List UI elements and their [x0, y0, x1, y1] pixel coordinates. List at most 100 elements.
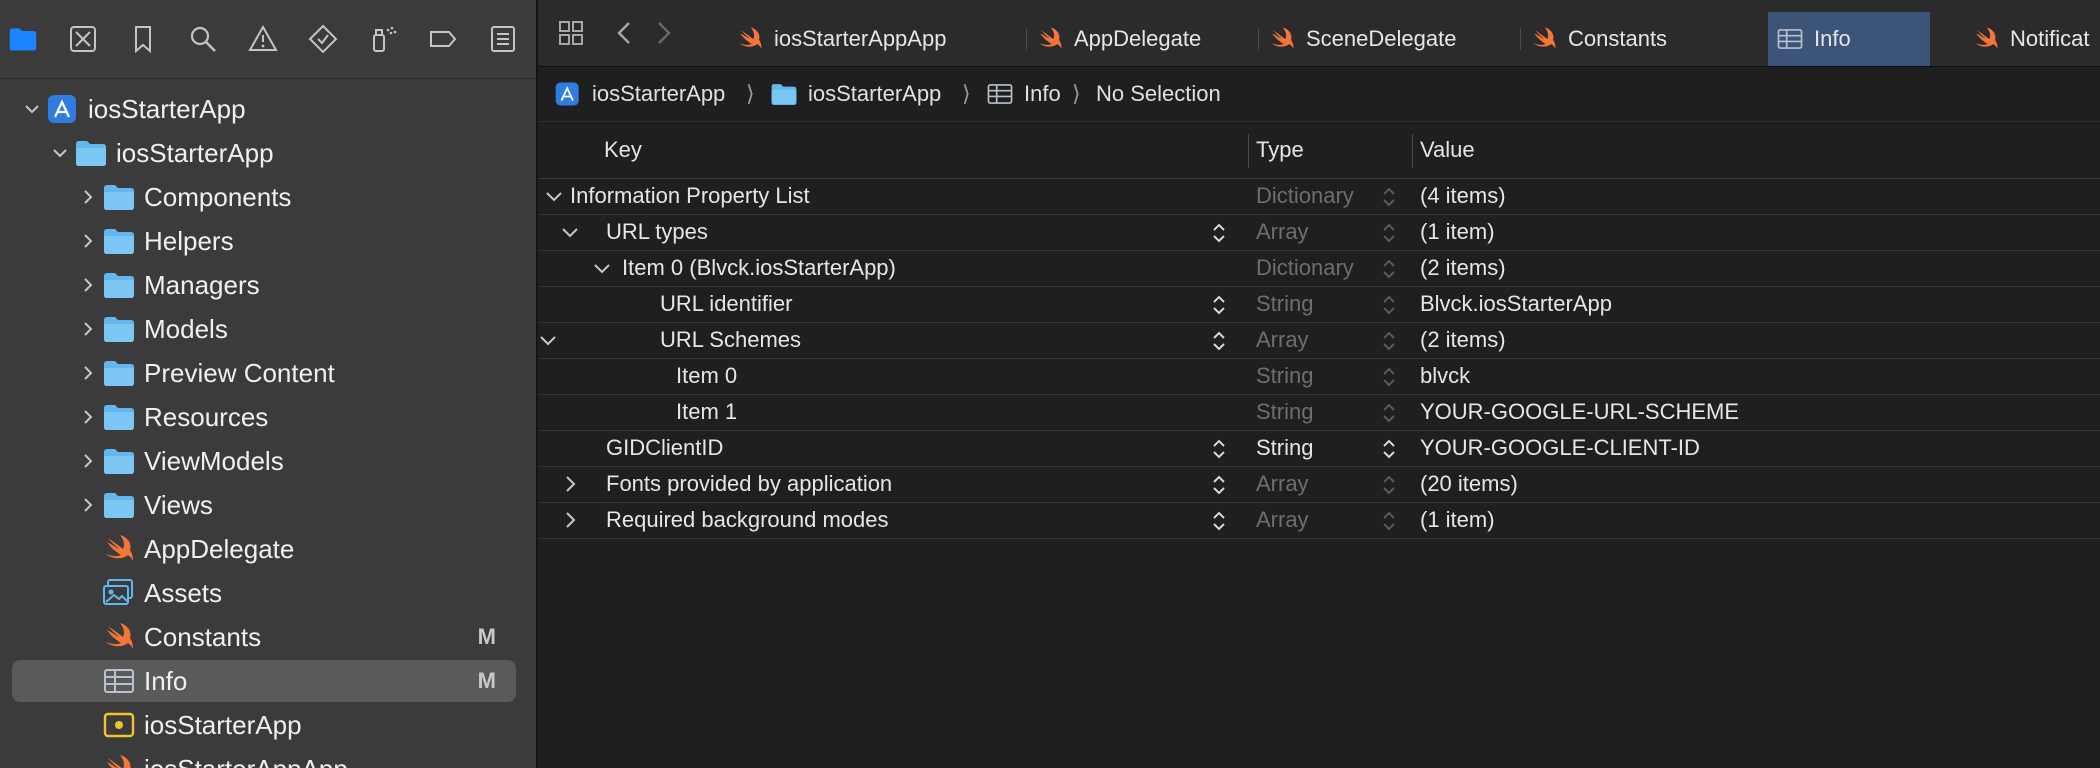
chevron-right-icon[interactable]	[78, 231, 98, 251]
plist-row[interactable]: Item 1 String YOUR-GOOGLE-URL-SCHEME	[538, 394, 2100, 431]
tree-item-views[interactable]: Views	[12, 484, 516, 526]
plist-value[interactable]: (1 item)	[1420, 502, 1495, 538]
tree-item-helpers[interactable]: Helpers	[12, 220, 516, 262]
plist-row[interactable]: Item 0 String blvck	[538, 358, 2100, 395]
breakpoint-icon[interactable]	[424, 20, 462, 58]
plist-key[interactable]: Required background modes	[606, 502, 889, 538]
jumpbar-item-iosstarterapp[interactable]: iosStarterApp	[554, 67, 725, 121]
plist-type[interactable]: String	[1256, 430, 1313, 466]
tree-item-appdelegate[interactable]: AppDelegate	[12, 528, 516, 570]
key-stepper-icon[interactable]	[1210, 508, 1228, 534]
column-type-header[interactable]: Type	[1256, 122, 1304, 178]
plist-type[interactable]: Array	[1256, 502, 1309, 538]
plist-key[interactable]: Item 0	[676, 358, 737, 394]
tree-item-components[interactable]: Components	[12, 176, 516, 218]
plist-key[interactable]: Item 0 (Blvck.iosStarterApp)	[622, 250, 896, 286]
plist-type[interactable]: Array	[1256, 466, 1309, 502]
plist-value[interactable]: YOUR-GOOGLE-URL-SCHEME	[1420, 394, 1739, 430]
plist-type[interactable]: Array	[1256, 322, 1309, 358]
grid-menu-icon[interactable]	[552, 14, 590, 52]
tree-item-iosstarterapp[interactable]: iosStarterApp	[12, 132, 516, 174]
jumpbar-item-iosstarterapp[interactable]: iosStarterApp	[770, 67, 941, 121]
plist-row[interactable]: Information Property List Dictionary (4 it…	[538, 178, 2100, 215]
plist-type[interactable]: Dictionary	[1256, 250, 1354, 286]
type-stepper-icon[interactable]	[1380, 184, 1398, 210]
chevron-right-icon[interactable]	[78, 363, 98, 383]
column-key-header[interactable]: Key	[604, 122, 642, 178]
plist-key[interactable]: URL types	[606, 214, 708, 250]
type-stepper-icon[interactable]	[1380, 436, 1398, 462]
forward-icon[interactable]	[644, 14, 682, 52]
chevron-down-icon[interactable]	[22, 99, 42, 119]
tab-iosstarterappapp[interactable]: iosStarterAppApp	[728, 12, 1028, 66]
tree-item-assets[interactable]: Assets	[12, 572, 516, 614]
key-stepper-icon[interactable]	[1210, 292, 1228, 318]
type-stepper-icon[interactable]	[1380, 400, 1398, 426]
plist-key[interactable]: Fonts provided by application	[606, 466, 892, 502]
folder-icon[interactable]	[4, 20, 42, 58]
plist-value[interactable]: (2 items)	[1420, 322, 1506, 358]
tab-scenedelegate[interactable]: SceneDelegate	[1260, 12, 1522, 66]
plist-value[interactable]: (1 item)	[1420, 214, 1495, 250]
tree-item-resources[interactable]: Resources	[12, 396, 516, 438]
chevron-right-icon[interactable]	[78, 451, 98, 471]
report-icon[interactable]	[484, 20, 522, 58]
plist-row[interactable]: GIDClientID String YOUR-GOOGLE-CLIENT-ID	[538, 430, 2100, 467]
type-stepper-icon[interactable]	[1380, 472, 1398, 498]
chevron-right-icon[interactable]	[78, 319, 98, 339]
chevron-right-icon[interactable]	[78, 187, 98, 207]
plist-value[interactable]: (2 items)	[1420, 250, 1506, 286]
plist-row[interactable]: Fonts provided by application Array (20 it…	[538, 466, 2100, 503]
chevron-down-icon[interactable]	[592, 258, 612, 278]
tree-item-iosstarterapp[interactable]: iosStarterApp	[12, 704, 516, 746]
tree-item-iosstarterapp[interactable]: iosStarterApp	[12, 88, 516, 130]
plist-type[interactable]: Array	[1256, 214, 1309, 250]
plist-key[interactable]: Information Property List	[570, 178, 810, 214]
type-stepper-icon[interactable]	[1380, 220, 1398, 246]
source-control-icon[interactable]	[64, 20, 102, 58]
tab-info[interactable]: Info	[1768, 12, 1930, 66]
chevron-right-icon[interactable]	[78, 407, 98, 427]
jumpbar-item-no-selection[interactable]: No Selection	[1096, 67, 1221, 121]
chevron-right-icon[interactable]	[560, 474, 580, 494]
plist-type[interactable]: String	[1256, 358, 1313, 394]
key-stepper-icon[interactable]	[1210, 472, 1228, 498]
key-stepper-icon[interactable]	[1210, 436, 1228, 462]
plist-value[interactable]: (4 items)	[1420, 178, 1506, 214]
tab-constants[interactable]: Constants	[1522, 12, 1768, 66]
key-stepper-icon[interactable]	[1210, 328, 1228, 354]
type-stepper-icon[interactable]	[1380, 508, 1398, 534]
key-stepper-icon[interactable]	[1210, 220, 1228, 246]
type-stepper-icon[interactable]	[1380, 364, 1398, 390]
tree-item-iosstarterappapp[interactable]: iosStarterAppApp	[12, 748, 516, 768]
plist-key[interactable]: GIDClientID	[606, 430, 723, 466]
plist-row[interactable]: Required background modes Array (1 item)	[538, 502, 2100, 539]
chevron-right-icon[interactable]	[78, 495, 98, 515]
plist-value[interactable]: Blvck.iosStarterApp	[1420, 286, 1612, 322]
type-stepper-icon[interactable]	[1380, 292, 1398, 318]
tab-notificat[interactable]: Notificat	[1964, 12, 2100, 66]
tree-item-managers[interactable]: Managers	[12, 264, 516, 306]
plist-type[interactable]: String	[1256, 394, 1313, 430]
plist-row[interactable]: URL identifier String Blvck.iosStarterApp	[538, 286, 2100, 323]
chevron-right-icon[interactable]	[78, 275, 98, 295]
debug-spray-icon[interactable]	[364, 20, 402, 58]
search-icon[interactable]	[184, 20, 222, 58]
tab-appdelegate[interactable]: AppDelegate	[1028, 12, 1260, 66]
test-diamond-icon[interactable]	[304, 20, 342, 58]
plist-type[interactable]: Dictionary	[1256, 178, 1354, 214]
column-value-header[interactable]: Value	[1420, 122, 1475, 178]
tree-item-preview-content[interactable]: Preview Content	[12, 352, 516, 394]
bookmark-icon[interactable]	[124, 20, 162, 58]
plist-key[interactable]: Item 1	[676, 394, 737, 430]
plist-row[interactable]: URL types Array (1 item)	[538, 214, 2100, 251]
tree-item-viewmodels[interactable]: ViewModels	[12, 440, 516, 482]
column-divider[interactable]	[1412, 134, 1413, 168]
jumpbar-item-info[interactable]: Info	[986, 67, 1061, 121]
warning-icon[interactable]	[244, 20, 282, 58]
plist-value[interactable]: blvck	[1420, 358, 1470, 394]
type-stepper-icon[interactable]	[1380, 328, 1398, 354]
chevron-right-icon[interactable]	[560, 510, 580, 530]
chevron-down-icon[interactable]	[50, 143, 70, 163]
chevron-down-icon[interactable]	[544, 186, 564, 206]
